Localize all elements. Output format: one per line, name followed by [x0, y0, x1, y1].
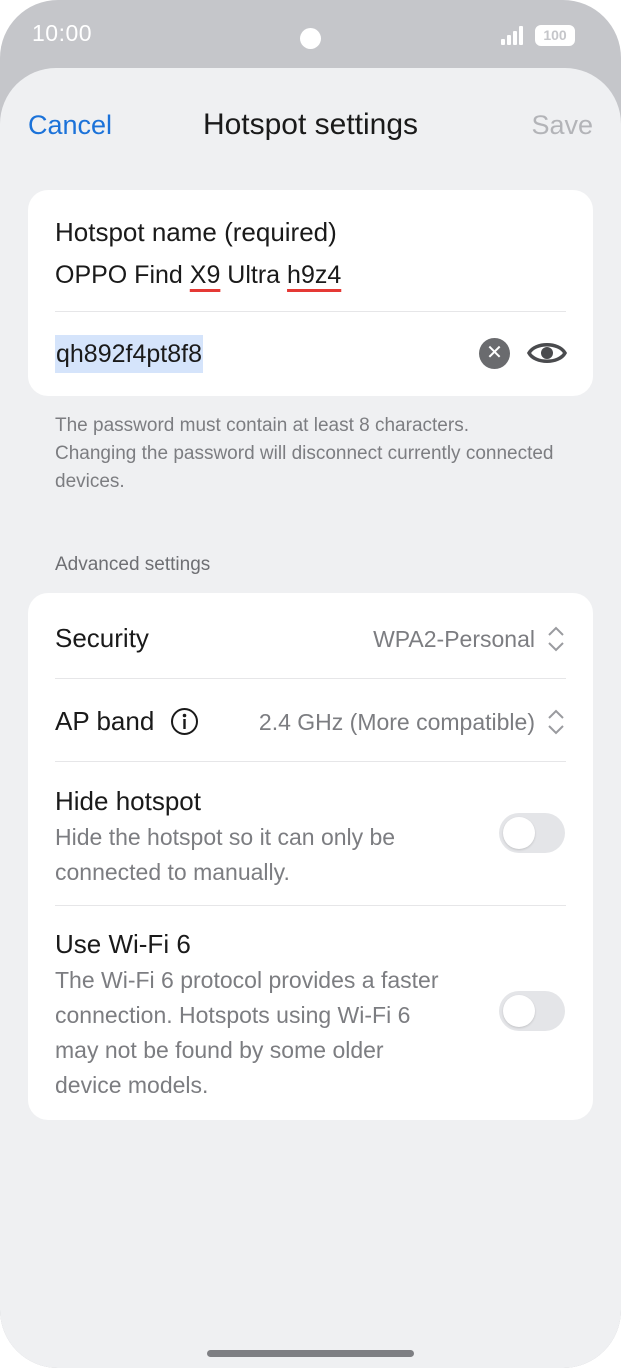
- password-field[interactable]: qh892f4pt8f8: [55, 335, 203, 373]
- wifi6-toggle[interactable]: [499, 991, 565, 1031]
- phone-frame: 10:00 100 Cancel Hotspot settings Save H…: [0, 0, 621, 1368]
- security-value: WPA2-Personal: [373, 626, 535, 652]
- hide-hotspot-toggle[interactable]: [499, 813, 565, 853]
- divider: [55, 761, 566, 762]
- toggle-knob: [503, 995, 535, 1027]
- password-hint: The password must contain at least 8 cha…: [55, 415, 554, 492]
- clear-icon[interactable]: ✕: [479, 338, 510, 369]
- chevron-updown-icon: [548, 709, 564, 735]
- home-indicator[interactable]: [207, 1350, 414, 1357]
- save-button[interactable]: Save: [531, 110, 593, 141]
- spellcheck-word: h9z4: [287, 261, 342, 289]
- page-title: Hotspot settings: [202, 108, 419, 141]
- section-header-advanced: Advanced settings: [55, 554, 211, 575]
- signal-icon: [501, 26, 523, 45]
- front-camera-icon: [300, 28, 321, 49]
- advanced-settings-card: Security WPA2-Personal AP band 2.4 GHz (…: [28, 593, 593, 1120]
- status-bar: 10:00 100: [0, 0, 621, 70]
- hotspot-name-label: Hotspot name (required): [55, 217, 337, 247]
- wifi6-description: The Wi-Fi 6 protocol provides a faster c…: [55, 967, 439, 1098]
- hotspot-name-part: Ultra: [220, 261, 288, 289]
- ap-band-value: 2.4 GHz (More compatible): [258, 709, 535, 735]
- divider: [55, 905, 566, 906]
- status-time: 10:00: [32, 20, 93, 46]
- chevron-updown-icon: [548, 626, 564, 652]
- hotspot-name-part: OPPO Find: [55, 261, 190, 289]
- battery-icon: 100: [535, 25, 575, 46]
- info-icon[interactable]: [170, 707, 199, 736]
- hotspot-name-field[interactable]: OPPO Find X9 Ultra h9z4: [55, 261, 341, 290]
- divider: [55, 311, 566, 312]
- hide-hotspot-description: Hide the hotspot so it can only be conne…: [55, 824, 396, 885]
- toggle-knob: [503, 817, 535, 849]
- divider: [55, 678, 566, 679]
- eye-icon[interactable]: [527, 338, 567, 368]
- hotspot-credentials-card: Hotspot name (required) OPPO Find X9 Ult…: [28, 190, 593, 396]
- spellcheck-word: X9: [189, 261, 221, 289]
- wifi6-label: Use Wi-Fi 6: [55, 929, 191, 959]
- settings-sheet: Cancel Hotspot settings Save Hotspot nam…: [0, 68, 621, 1368]
- security-label: Security: [55, 623, 149, 653]
- hide-hotspot-label: Hide hotspot: [55, 786, 201, 816]
- ap-band-label: AP band: [55, 706, 155, 736]
